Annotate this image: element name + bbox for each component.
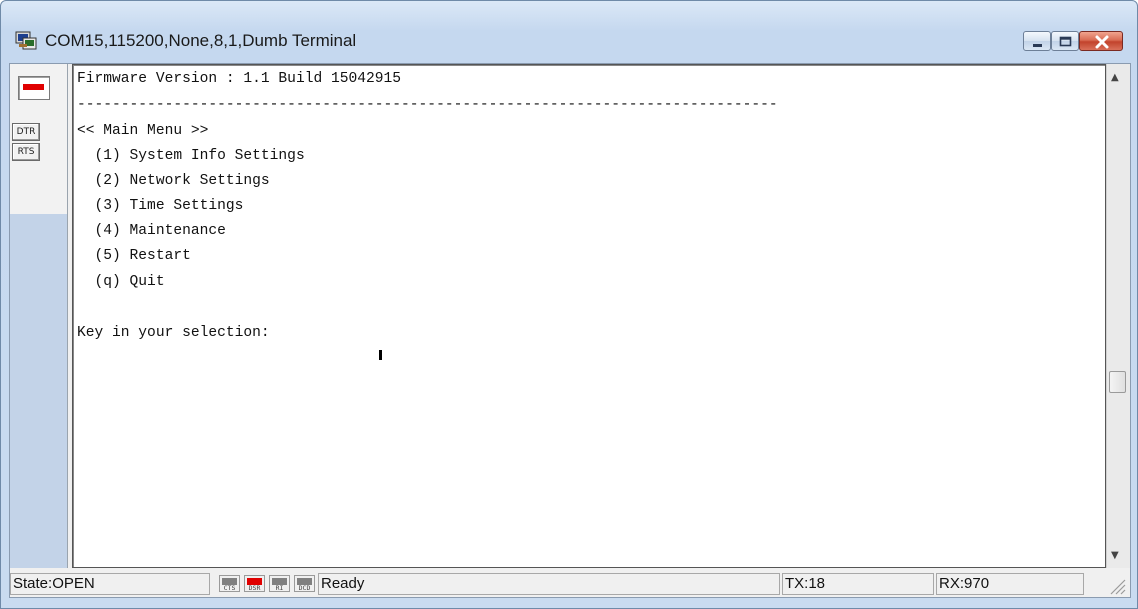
terminal-line: << Main Menu >> bbox=[77, 123, 209, 139]
status-bar: State:OPEN CTS DSR RI DCD Ready TX:18 RX… bbox=[10, 570, 1130, 597]
scroll-thumb[interactable] bbox=[1109, 371, 1126, 393]
connection-led bbox=[23, 84, 44, 90]
scroll-down-arrow-icon[interactable]: ▼ bbox=[1111, 550, 1119, 561]
terminal-line: Firmware Version : 1.1 Build 15042915 bbox=[77, 71, 402, 87]
terminal-line: (5) Restart bbox=[77, 248, 191, 264]
minimize-icon bbox=[1033, 44, 1042, 47]
ri-indicator: RI bbox=[269, 575, 290, 592]
title-bar[interactable]: COM15,115200,None,8,1,Dumb Terminal bbox=[1, 1, 1137, 63]
dcd-indicator: DCD bbox=[294, 575, 315, 592]
close-icon bbox=[1095, 35, 1109, 49]
cts-label: CTS bbox=[223, 584, 236, 592]
rts-button[interactable]: RTS bbox=[12, 143, 40, 161]
terminal-line: (1) System Info Settings bbox=[77, 148, 305, 164]
terminal-line: ----------------------------------------… bbox=[77, 97, 778, 113]
dsr-indicator: DSR bbox=[244, 575, 265, 592]
connection-state: State:OPEN bbox=[10, 573, 210, 595]
signal-sidebar: DTR RTS bbox=[10, 64, 68, 568]
scroll-up-arrow-icon[interactable]: ▲ bbox=[1111, 72, 1119, 83]
ri-label: RI bbox=[275, 584, 284, 592]
app-icon bbox=[15, 31, 37, 50]
close-button[interactable] bbox=[1079, 31, 1123, 51]
dcd-label: DCD bbox=[298, 584, 311, 592]
resize-grip-icon[interactable] bbox=[1107, 576, 1127, 596]
terminal-line: (q) Quit bbox=[77, 274, 165, 290]
tx-counter: TX:18 bbox=[782, 573, 934, 595]
maximize-icon bbox=[1059, 36, 1072, 47]
cts-indicator: CTS bbox=[219, 575, 240, 592]
rx-counter: RX:970 bbox=[936, 573, 1084, 595]
terminal-window: COM15,115200,None,8,1,Dumb Terminal DTR … bbox=[0, 0, 1138, 609]
connection-toggle[interactable] bbox=[18, 76, 50, 100]
client-area: DTR RTS Firmware Version : 1.1 Build 150… bbox=[9, 63, 1131, 598]
terminal-line: (4) Maintenance bbox=[77, 223, 226, 239]
minimize-button[interactable] bbox=[1023, 31, 1051, 51]
terminal-line: (3) Time Settings bbox=[77, 198, 244, 214]
terminal-screen[interactable]: Firmware Version : 1.1 Build 15042915 --… bbox=[72, 64, 1106, 568]
status-spacer bbox=[1086, 573, 1106, 595]
maximize-button[interactable] bbox=[1051, 31, 1079, 51]
window-title: COM15,115200,None,8,1,Dumb Terminal bbox=[45, 31, 357, 50]
text-cursor bbox=[379, 350, 382, 360]
status-message: Ready bbox=[318, 573, 780, 595]
dtr-button[interactable]: DTR bbox=[12, 123, 40, 141]
dsr-label: DSR bbox=[248, 584, 261, 592]
vertical-scrollbar[interactable]: ▲ ▼ bbox=[1106, 64, 1130, 568]
terminal-prompt: Key in your selection: bbox=[77, 325, 270, 341]
terminal-line: (2) Network Settings bbox=[77, 173, 270, 189]
